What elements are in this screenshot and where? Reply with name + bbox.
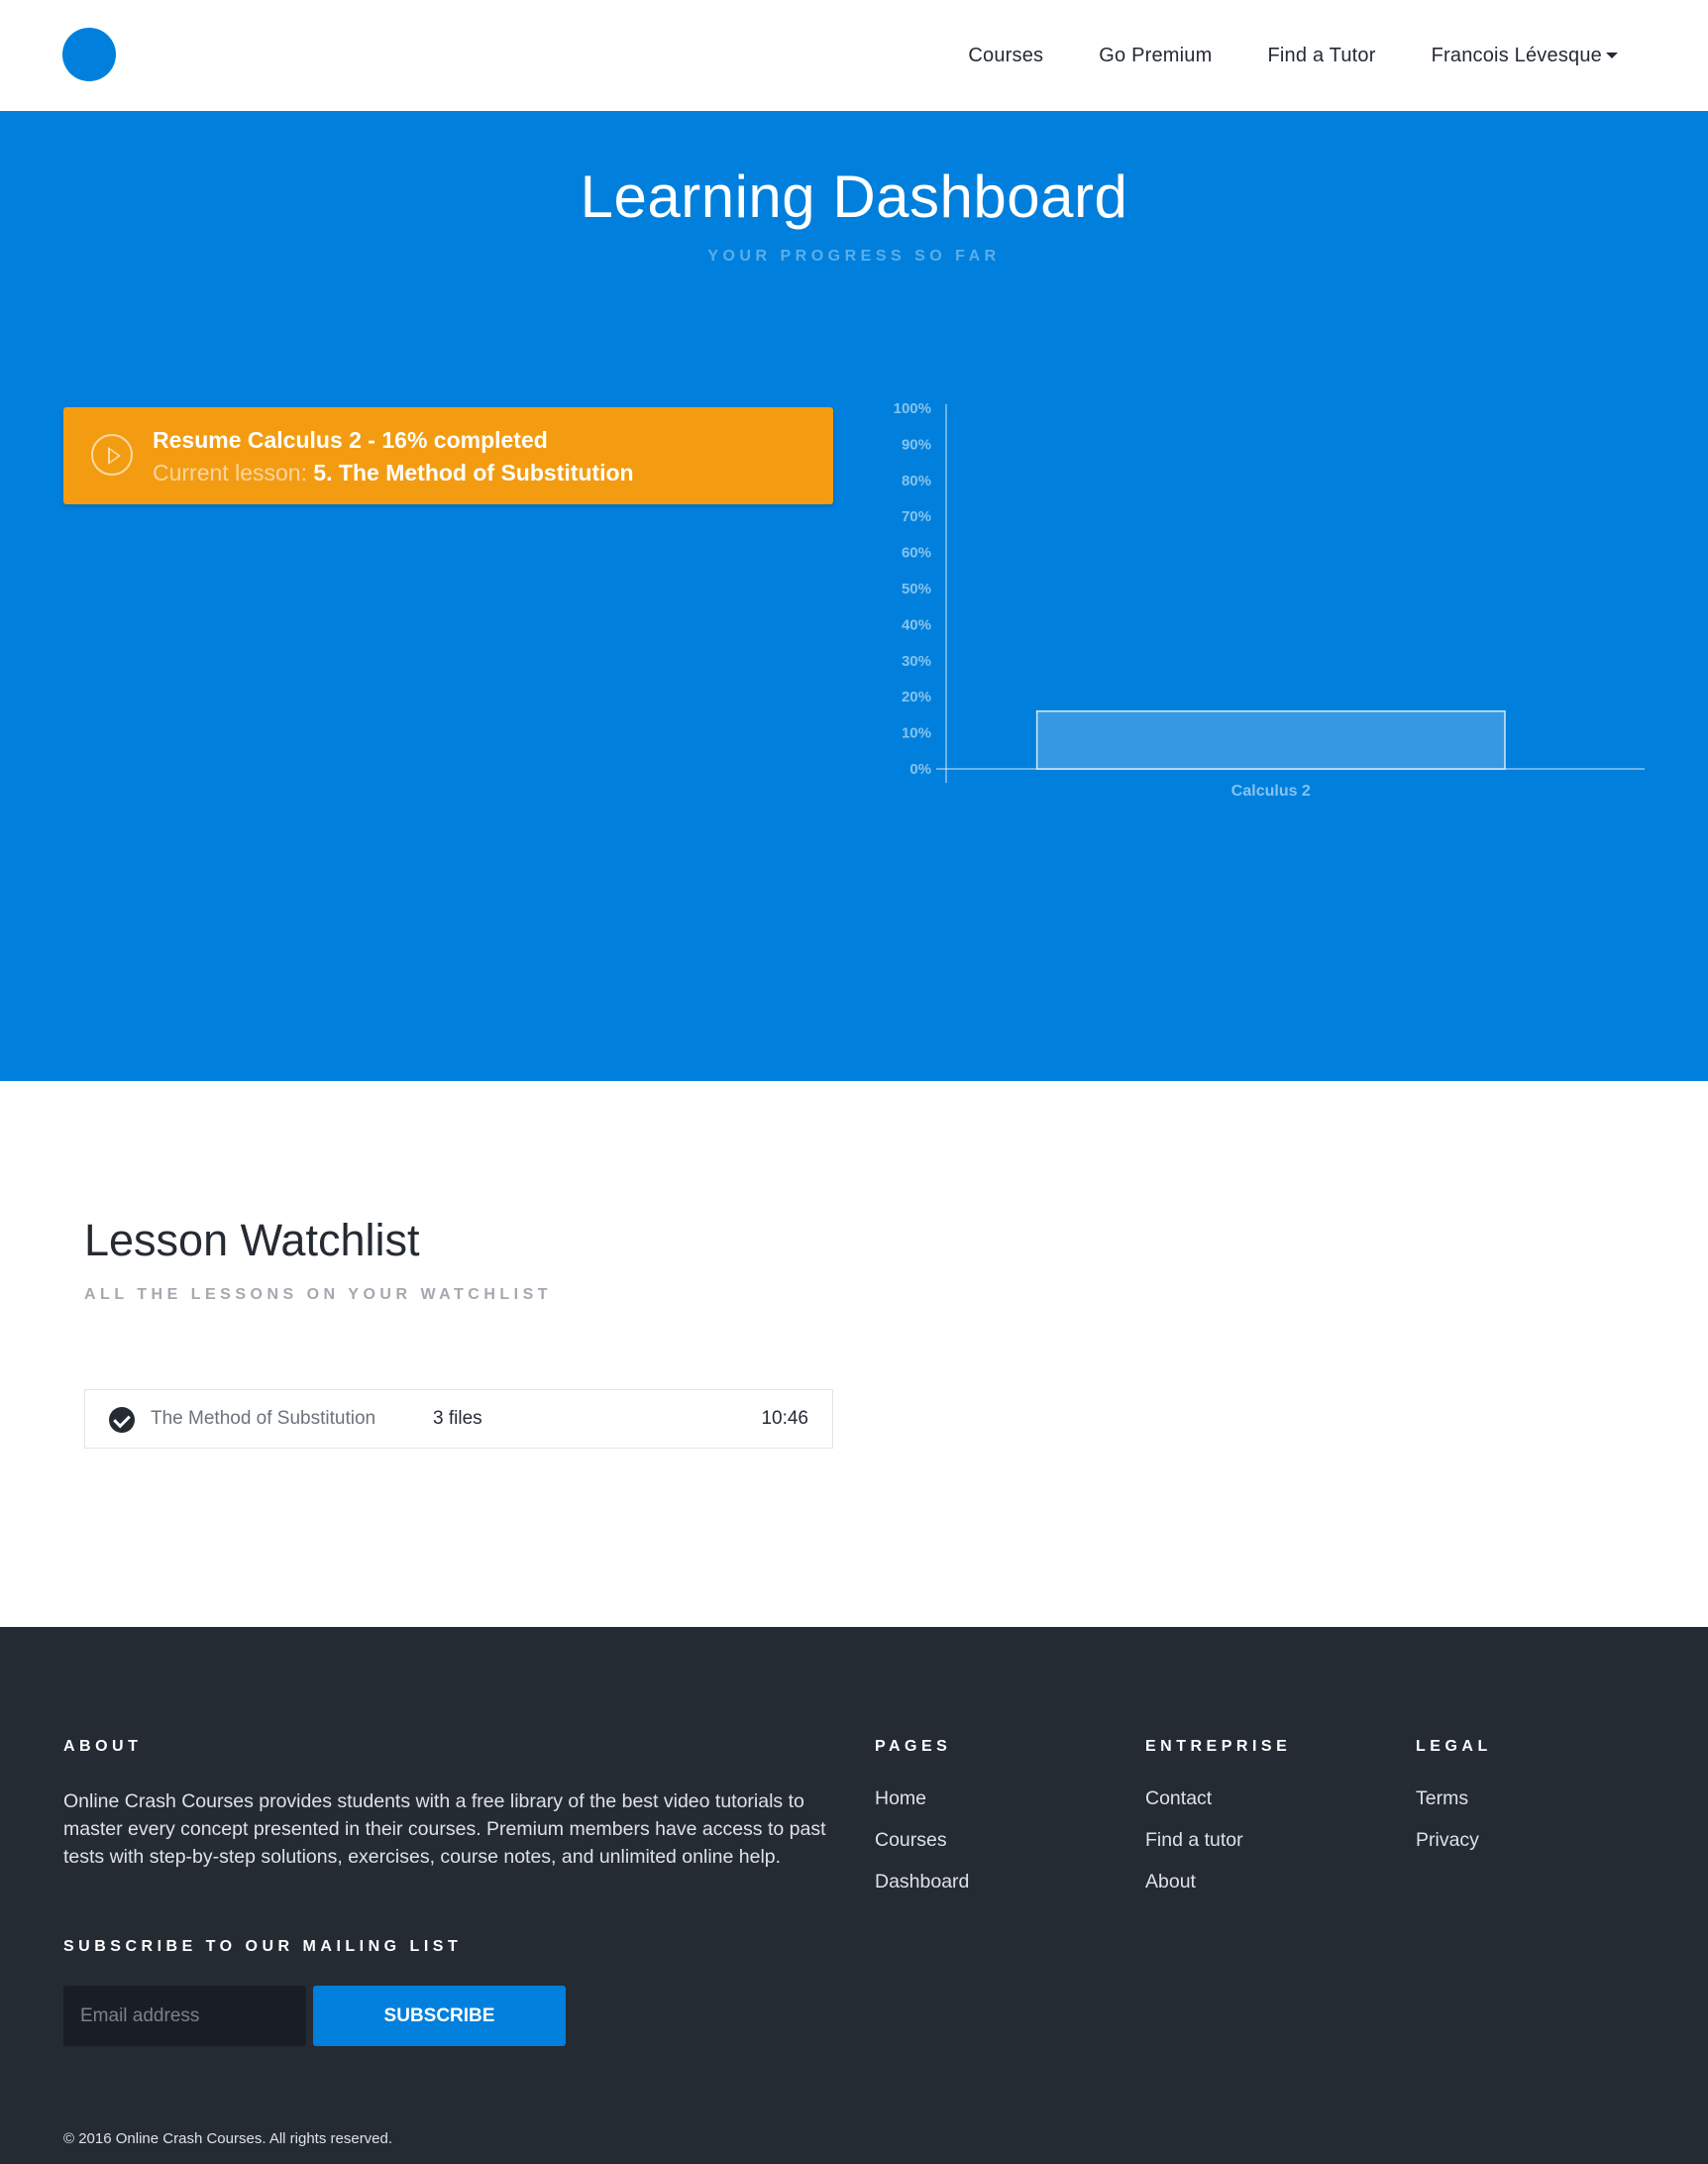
copyright-text: © 2016 Online Crash Courses. All rights …: [63, 2130, 393, 2147]
footer-about-text: Online Crash Courses provides students w…: [63, 1790, 826, 1868]
y-tick-label: 10%: [902, 725, 931, 742]
current-lesson-prefix: Current lesson:: [153, 460, 307, 486]
footer-link-find-a-tutor[interactable]: Find a tutor: [1145, 1829, 1243, 1852]
footer-legal-heading: LEGAL: [1416, 1738, 1492, 1755]
footer-link-privacy[interactable]: Privacy: [1416, 1829, 1479, 1852]
current-lesson: Current lesson: 5. The Method of Substit…: [153, 460, 634, 487]
resume-headline: Resume Calculus 2 - 16% completed: [153, 427, 548, 453]
footer-link-home[interactable]: Home: [875, 1787, 926, 1810]
email-field[interactable]: [63, 1986, 306, 2046]
footer-link-about[interactable]: About: [1145, 1871, 1196, 1894]
footer-link-courses[interactable]: Courses: [875, 1829, 947, 1852]
footer-link-contact[interactable]: Contact: [1145, 1787, 1212, 1810]
play-icon: [91, 434, 133, 476]
y-tick-label: 70%: [902, 508, 931, 525]
y-tick-label: 60%: [902, 545, 931, 562]
watchlist-lesson-name: The Method of Substitution: [151, 1408, 376, 1429]
user-name: Francois Lévesque: [1431, 44, 1602, 66]
nav-links: Courses Go Premium Find a Tutor Francois…: [912, 0, 1618, 111]
nav-link-find-a-tutor[interactable]: Find a Tutor: [1267, 45, 1375, 67]
y-tick-label: 50%: [902, 581, 931, 597]
page-title: Learning Dashboard: [580, 163, 1128, 230]
footer: ABOUT Online Crash Courses provides stud…: [0, 1627, 1708, 2164]
watchlist-title: Lesson Watchlist: [84, 1215, 420, 1265]
y-tick-label: 80%: [902, 473, 931, 489]
nav-link-go-premium[interactable]: Go Premium: [1099, 45, 1212, 67]
footer-about-heading: ABOUT: [63, 1738, 143, 1755]
nav-link-courses[interactable]: Courses: [968, 45, 1043, 67]
y-tick-label: 100%: [894, 400, 931, 417]
resume-course-button[interactable]: Resume Calculus 2 - 16% completed Curren…: [63, 407, 833, 504]
bar-calculus-2: [1035, 710, 1506, 770]
footer-subscribe-heading: SUBSCRIBE TO OUR MAILING LIST: [63, 1938, 463, 1955]
current-lesson-name: 5. The Method of Substitution: [313, 460, 634, 486]
watchlist-subtitle: ALL THE LESSONS ON YOUR WATCHLIST: [84, 1286, 553, 1303]
watchlist-duration: 10:46: [761, 1408, 808, 1429]
top-navbar: Courses Go Premium Find a Tutor Francois…: [0, 0, 1708, 111]
caret-down-icon: [1606, 53, 1618, 59]
user-menu[interactable]: Francois Lévesque: [1432, 45, 1618, 67]
y-tick-label: 0%: [909, 761, 931, 778]
watchlist-item[interactable]: The Method of Substitution 3 files 10:46: [84, 1389, 833, 1449]
logo-icon[interactable]: [62, 28, 116, 81]
subscribe-button[interactable]: SUBSCRIBE: [313, 1986, 566, 2046]
x-tick-label: Calculus 2: [1231, 783, 1311, 800]
footer-entreprise-heading: ENTREPRISE: [1145, 1738, 1292, 1755]
watchlist-file-count: 3 files: [433, 1408, 482, 1429]
dashboard-hero: Learning Dashboard YOUR PROGRESS SO FAR …: [0, 111, 1708, 1081]
y-tick-label: 30%: [902, 653, 931, 670]
footer-link-terms[interactable]: Terms: [1416, 1787, 1468, 1810]
progress-chart: 0% 10% 20% 30% 40% 50% 60% 70% 80% 90% 100% Calculu…: [894, 400, 1645, 800]
page-subtitle: YOUR PROGRESS SO FAR: [707, 248, 1001, 265]
footer-pages-heading: PAGES: [875, 1738, 952, 1755]
y-tick-label: 90%: [902, 436, 931, 453]
checkmark-icon: [109, 1407, 135, 1433]
y-tick-label: 40%: [902, 616, 931, 633]
y-tick-label: 20%: [902, 689, 931, 705]
footer-link-dashboard[interactable]: Dashboard: [875, 1871, 969, 1894]
